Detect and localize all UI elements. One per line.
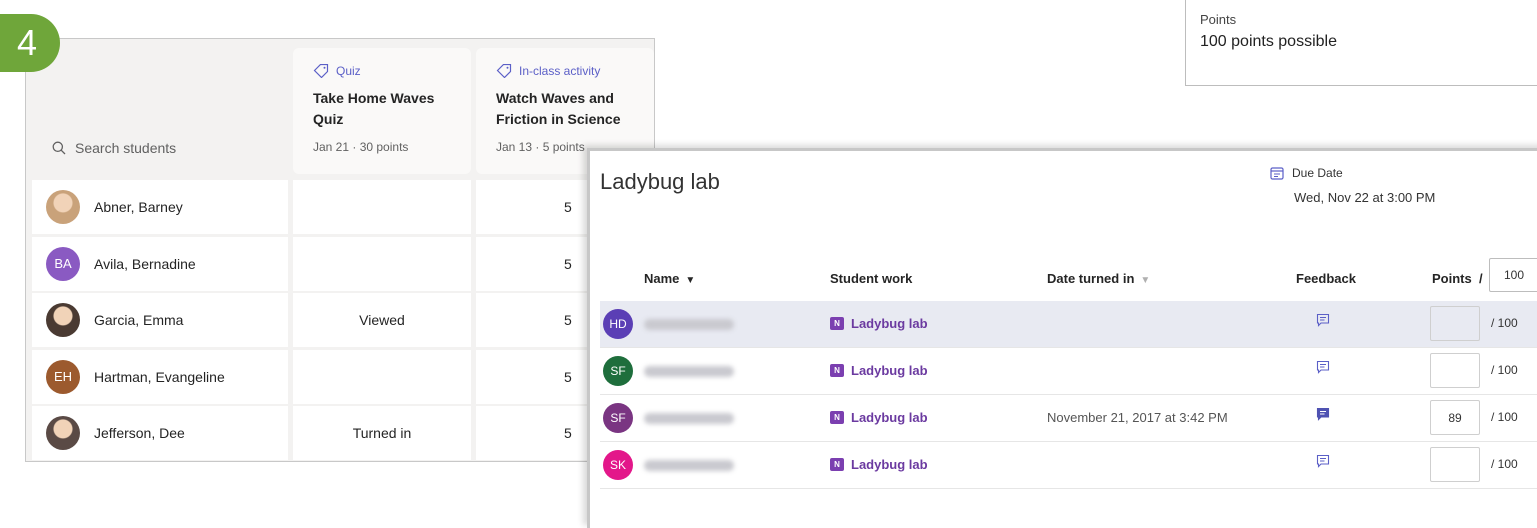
student-name-cell[interactable]: Jefferson, Dee xyxy=(32,406,288,460)
assignment-meta: Jan 21 · 30 points xyxy=(313,140,409,154)
ladybug-lab-panel: Ladybug lab Due Date Wed, Nov 22 at 3:00… xyxy=(587,148,1537,528)
points-value: 100 points possible xyxy=(1200,33,1337,50)
search-placeholder: Search students xyxy=(75,140,177,156)
feedback-icon[interactable] xyxy=(1316,313,1330,332)
student-row[interactable]: Jefferson, Dee Turned in 5 xyxy=(32,406,654,460)
student-work-link[interactable]: N Ladybug lab xyxy=(830,457,928,472)
gradebook-panel: Search students Quiz Take Home Waves Qui… xyxy=(25,38,655,462)
column-header-name[interactable]: Name ▼ xyxy=(644,271,695,286)
grade-cell-quiz[interactable] xyxy=(293,349,471,404)
column-header-points: Points / xyxy=(1432,271,1483,286)
student-name: Abner, Barney xyxy=(94,199,183,215)
student-avatar: SK xyxy=(603,450,633,480)
points-input[interactable] xyxy=(1430,306,1480,341)
date-turned-in: November 21, 2017 at 3:42 PM xyxy=(1047,410,1228,425)
points-input[interactable] xyxy=(1430,353,1480,388)
column-header-student-work[interactable]: Student work xyxy=(830,271,912,286)
points-out-of: / 100 xyxy=(1491,363,1518,377)
onenote-icon: N xyxy=(830,364,844,377)
tag-icon xyxy=(313,64,329,78)
student-initials-avatar: BA xyxy=(46,246,80,281)
assignment-title: Ladybug lab xyxy=(600,169,720,194)
points-out-of: / 100 xyxy=(1491,457,1518,471)
student-row[interactable]: Abner, Barney 5 xyxy=(32,180,654,234)
blurred-student-name xyxy=(644,460,734,471)
student-work-link[interactable]: N Ladybug lab xyxy=(830,410,928,425)
assignment-type: In-class activity xyxy=(496,64,634,78)
due-date-value: Wed, Nov 22 at 3:00 PM xyxy=(1294,190,1436,205)
student-name: Hartman, Evangeline xyxy=(94,368,225,385)
points-input[interactable] xyxy=(1430,447,1480,482)
assignment-type: Quiz xyxy=(313,64,451,78)
assignment-header-quiz[interactable]: Quiz Take Home Waves Quiz Jan 21 · 30 po… xyxy=(293,48,471,174)
points-out-of: / 100 xyxy=(1491,316,1518,330)
student-work-link[interactable]: N Ladybug lab xyxy=(830,316,928,331)
submission-row[interactable]: SF N Ladybug lab November 21, 2017 at 3:42 … xyxy=(600,395,1537,442)
blurred-student-name xyxy=(644,319,734,330)
points-card: Points 100 points possible xyxy=(1185,0,1537,86)
assignment-title: Take Home Waves Quiz xyxy=(313,90,435,127)
student-photo-avatar xyxy=(46,416,80,450)
student-photo-avatar xyxy=(46,303,80,337)
submission-row[interactable]: SF N Ladybug lab / 100 xyxy=(600,348,1537,395)
due-date-label: Due Date xyxy=(1292,166,1343,180)
grade-cell-quiz[interactable]: Viewed xyxy=(293,293,471,347)
onenote-icon: N xyxy=(830,411,844,424)
onenote-icon: N xyxy=(830,317,844,330)
student-row[interactable]: EH Hartman, Evangeline 5 xyxy=(32,349,654,404)
feedback-icon[interactable] xyxy=(1316,360,1330,379)
student-work-link[interactable]: N Ladybug lab xyxy=(830,363,928,378)
grade-cell-quiz[interactable] xyxy=(293,180,471,234)
points-label: Points xyxy=(1200,12,1237,27)
step-badge: 4 xyxy=(0,14,60,72)
points-input[interactable]: 89 xyxy=(1430,400,1480,435)
student-row[interactable]: Garcia, Emma Viewed 5 xyxy=(32,293,654,347)
grade-cell-quiz[interactable] xyxy=(293,236,471,291)
student-name: Avila, Bernadine xyxy=(94,255,196,272)
due-date: Due Date Wed, Nov 22 at 3:00 PM xyxy=(1270,166,1435,205)
search-students[interactable]: Search students xyxy=(52,140,176,156)
tag-icon xyxy=(496,64,512,78)
points-out-of: / 100 xyxy=(1491,410,1518,424)
student-initials-avatar: EH xyxy=(46,359,80,394)
student-avatar: SF xyxy=(603,356,633,386)
points-total-input[interactable]: 100 xyxy=(1489,258,1537,292)
assignment-title: Watch Waves and Friction in Science xyxy=(496,90,621,127)
student-name: Garcia, Emma xyxy=(94,312,184,328)
search-icon xyxy=(52,141,66,155)
student-name-cell[interactable]: EH Hartman, Evangeline xyxy=(32,349,288,404)
student-photo-avatar xyxy=(46,190,80,224)
feedback-icon[interactable] xyxy=(1316,407,1330,426)
student-avatar: HD xyxy=(603,309,633,339)
student-name-cell[interactable]: BA Avila, Bernadine xyxy=(32,236,288,291)
student-row[interactable]: BA Avila, Bernadine 5 xyxy=(32,236,654,291)
calendar-icon xyxy=(1270,167,1284,180)
student-name-cell[interactable]: Garcia, Emma xyxy=(32,293,288,347)
blurred-student-name xyxy=(644,366,734,377)
feedback-icon[interactable] xyxy=(1316,454,1330,473)
submission-row[interactable]: SK N Ladybug lab / 100 xyxy=(600,442,1537,489)
student-name: Jefferson, Dee xyxy=(94,425,185,441)
sort-down-icon: ▼ xyxy=(1140,275,1151,286)
student-avatar: SF xyxy=(603,403,633,433)
column-header-date-turned-in[interactable]: Date turned in ▼ xyxy=(1047,271,1150,286)
column-header-feedback[interactable]: Feedback xyxy=(1296,271,1356,286)
onenote-icon: N xyxy=(830,458,844,471)
sort-down-icon: ▼ xyxy=(685,275,696,286)
student-name-cell[interactable]: Abner, Barney xyxy=(32,180,288,234)
submission-row[interactable]: HD N Ladybug lab / 100 xyxy=(600,301,1537,348)
grade-cell-quiz[interactable]: Turned in xyxy=(293,406,471,460)
blurred-student-name xyxy=(644,413,734,424)
